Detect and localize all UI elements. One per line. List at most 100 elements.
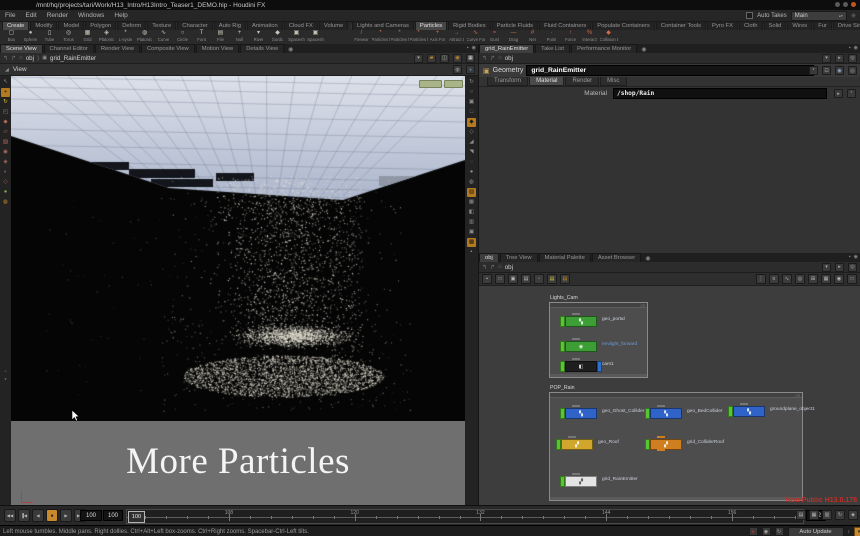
left-shelf-tab-deform[interactable]: Deform: [117, 21, 146, 30]
breadcrumb-root[interactable]: obj: [26, 55, 34, 62]
path-dropdown-icon[interactable]: ▾: [822, 54, 831, 63]
scene-tab-details-view[interactable]: Details View: [240, 44, 284, 53]
scene-tab-composite-view[interactable]: Composite View: [141, 44, 195, 53]
folder-tab-misc[interactable]: Misc: [600, 76, 626, 86]
particles-tool-collision-d[interactable]: ◆Collision D: [599, 30, 618, 44]
frame-ruler[interactable]: 100 108120132144156: [126, 509, 804, 524]
render-flag-icon[interactable]: ●: [749, 527, 758, 536]
particles-tool-axis-for[interactable]: +Axis For: [428, 30, 447, 44]
close-icon[interactable]: [851, 2, 856, 7]
net-small-icon[interactable]: ▫: [534, 274, 544, 284]
select-tool-icon[interactable]: ↖: [1, 78, 10, 87]
node-input-connector[interactable]: [572, 405, 580, 407]
brush-tool-icon[interactable]: ▨: [1, 138, 10, 147]
right-shelf-tab-populate-containers[interactable]: Populate Containers: [592, 21, 655, 30]
help-icon[interactable]: ◉: [835, 66, 844, 75]
back-arrow-icon[interactable]: ↰: [482, 264, 487, 271]
node-geo_BedCollider[interactable]: ▚geo_BedCollider: [645, 408, 682, 417]
net-grid-snap-icon[interactable]: ⊞: [808, 274, 818, 284]
update-mode-spinner-icon[interactable]: ↕: [848, 529, 851, 535]
left-shelf-tab-volume[interactable]: Volume: [319, 21, 348, 30]
create-tool-rivet[interactable]: ▾Rivet: [249, 30, 268, 44]
left-shelf-tab-modify[interactable]: Modify: [30, 21, 57, 30]
sculpt-tool-icon[interactable]: ◈: [1, 158, 10, 167]
pose-tool-icon[interactable]: ◍: [1, 198, 10, 207]
network-box-header[interactable]: ⁄ ≡: [550, 303, 647, 308]
create-tool-spacesh[interactable]: ▣Spacesh: [306, 30, 325, 44]
toolbar-collapse-icon[interactable]: ◦: [1, 368, 10, 377]
range-start-field[interactable]: 100: [103, 510, 123, 521]
pane-split-icon[interactable]: ▪: [849, 45, 851, 51]
pane-maximize-icon[interactable]: ◉: [854, 45, 858, 51]
new-tab-icon[interactable]: ◉: [285, 46, 296, 53]
pane-corner-icon[interactable]: ▪: [467, 248, 476, 257]
key-tool-icon[interactable]: ●: [1, 188, 10, 197]
net-footprint-icon[interactable]: ▤: [521, 274, 531, 284]
create-tool-font[interactable]: TFont: [192, 30, 211, 44]
net-back-icon[interactable]: ▪: [482, 274, 492, 284]
play-button[interactable]: ▶: [60, 509, 72, 522]
open-chooser-icon[interactable]: *: [847, 89, 856, 98]
particles-tool-firewor[interactable]: /Firewor: [352, 30, 371, 44]
pane-maximize-icon[interactable]: ◉: [854, 254, 858, 260]
lighting-mode-icon[interactable]: ▨: [467, 188, 476, 197]
particles-tool-curve-force[interactable]: ∿Curve Force: [466, 30, 485, 44]
scene-tab-render-view[interactable]: Render View: [95, 44, 140, 53]
rotate-tool-icon[interactable]: ↻: [1, 98, 10, 107]
snap-tool-icon[interactable]: ◇: [1, 178, 10, 187]
network-box-pop_rain[interactable]: ⁄ ≡▚geo_Ghost_Collider▚geo_BedCollider▚g…: [549, 392, 803, 501]
point-display-icon[interactable]: ●: [467, 168, 476, 177]
right-shelf-tab-particles[interactable]: Particles: [415, 21, 447, 30]
left-shelf-tab-cloud-fx[interactable]: Cloud FX: [284, 21, 318, 30]
minimize-icon[interactable]: [835, 2, 840, 7]
grid-toggle-icon[interactable]: □: [467, 108, 476, 117]
particles-tool-net[interactable]: #Net: [523, 30, 542, 44]
audio-icon[interactable]: ◉: [762, 527, 771, 536]
param-tab-take-list[interactable]: Take List: [535, 44, 570, 53]
scene-tab-channel-editor[interactable]: Channel Editor: [44, 44, 94, 53]
right-shelf-tab-pyro-fx[interactable]: Pyro FX: [707, 21, 738, 30]
home-icon[interactable]: ⌂: [498, 55, 502, 61]
view-home-icon[interactable]: ↻: [467, 78, 476, 87]
collapse-arrow-icon[interactable]: ◢: [5, 67, 9, 73]
update-mode-selector[interactable]: Auto Update: [788, 527, 844, 536]
network-tab-material-palette[interactable]: Material Palette: [539, 253, 591, 262]
particles-tool-attract-t[interactable]: →Attract t: [447, 30, 466, 44]
right-shelf-tab-solid[interactable]: Solid: [764, 21, 787, 30]
new-tab-icon[interactable]: ◉: [642, 255, 653, 262]
scene-tab-motion-view[interactable]: Motion View: [196, 44, 239, 53]
menu-edit[interactable]: Edit: [20, 12, 41, 19]
play-reverse-button[interactable]: ◀: [32, 509, 44, 522]
loop-mode-icon[interactable]: ↻: [835, 510, 845, 520]
edit-tool-icon[interactable]: ▱: [1, 128, 10, 137]
simulation-toggle-icon[interactable]: ▥: [822, 510, 832, 520]
particles-tool-particles-f[interactable]: *Particles f: [409, 30, 428, 44]
ghost-objects-icon[interactable]: ◌: [467, 158, 476, 167]
create-tool-platonic[interactable]: ◈Platonic: [97, 30, 116, 44]
net-frame-icon[interactable]: □: [847, 274, 857, 284]
left-shelf-tab-animation[interactable]: Animation: [247, 21, 283, 30]
create-tool-l-syste[interactable]: *L-syste: [116, 30, 135, 44]
slash-tool2-icon[interactable]: ◥: [467, 148, 476, 157]
new-tab-icon[interactable]: ◉: [638, 46, 649, 53]
particles-tool-point[interactable]: ·Point: [542, 30, 561, 44]
create-tool-curve[interactable]: ∿Curve: [154, 30, 173, 44]
network-box-lights_cam[interactable]: ⁄ ≡▚geo_portal◉envlight_forward◧cam1: [549, 302, 648, 378]
particles-tool-particles-f[interactable]: *Particles f: [371, 30, 390, 44]
breadcrumb-root[interactable]: obj: [505, 264, 513, 271]
network-canvas[interactable]: Lights_Cam⁄ ≡▚geo_portal◉envlight_forwar…: [479, 286, 860, 507]
home-icon[interactable]: ⌂: [498, 264, 502, 270]
node-grid_ColliderRoof[interactable]: ▞grid_ColliderRoof: [645, 439, 682, 448]
network-box-resize-bar[interactable]: [550, 497, 802, 500]
node-output-connector[interactable]: [657, 449, 665, 451]
right-shelf-tab-cloth[interactable]: Cloth: [739, 21, 763, 30]
right-shelf-tab-particle-fluids[interactable]: Particle Fluids: [492, 21, 538, 30]
node-input-connector[interactable]: [572, 473, 580, 475]
camera-lock-icon[interactable]: ▣: [467, 98, 476, 107]
back-arrow-icon[interactable]: ↰: [482, 55, 487, 62]
forward-arrow-icon[interactable]: ↱: [11, 55, 16, 62]
grid-options-icon[interactable]: ▩: [467, 238, 476, 247]
particles-tool-particles-f[interactable]: *Particles f: [390, 30, 409, 44]
current-frame-field[interactable]: 100: [80, 510, 102, 521]
menu-help[interactable]: Help: [109, 12, 132, 19]
